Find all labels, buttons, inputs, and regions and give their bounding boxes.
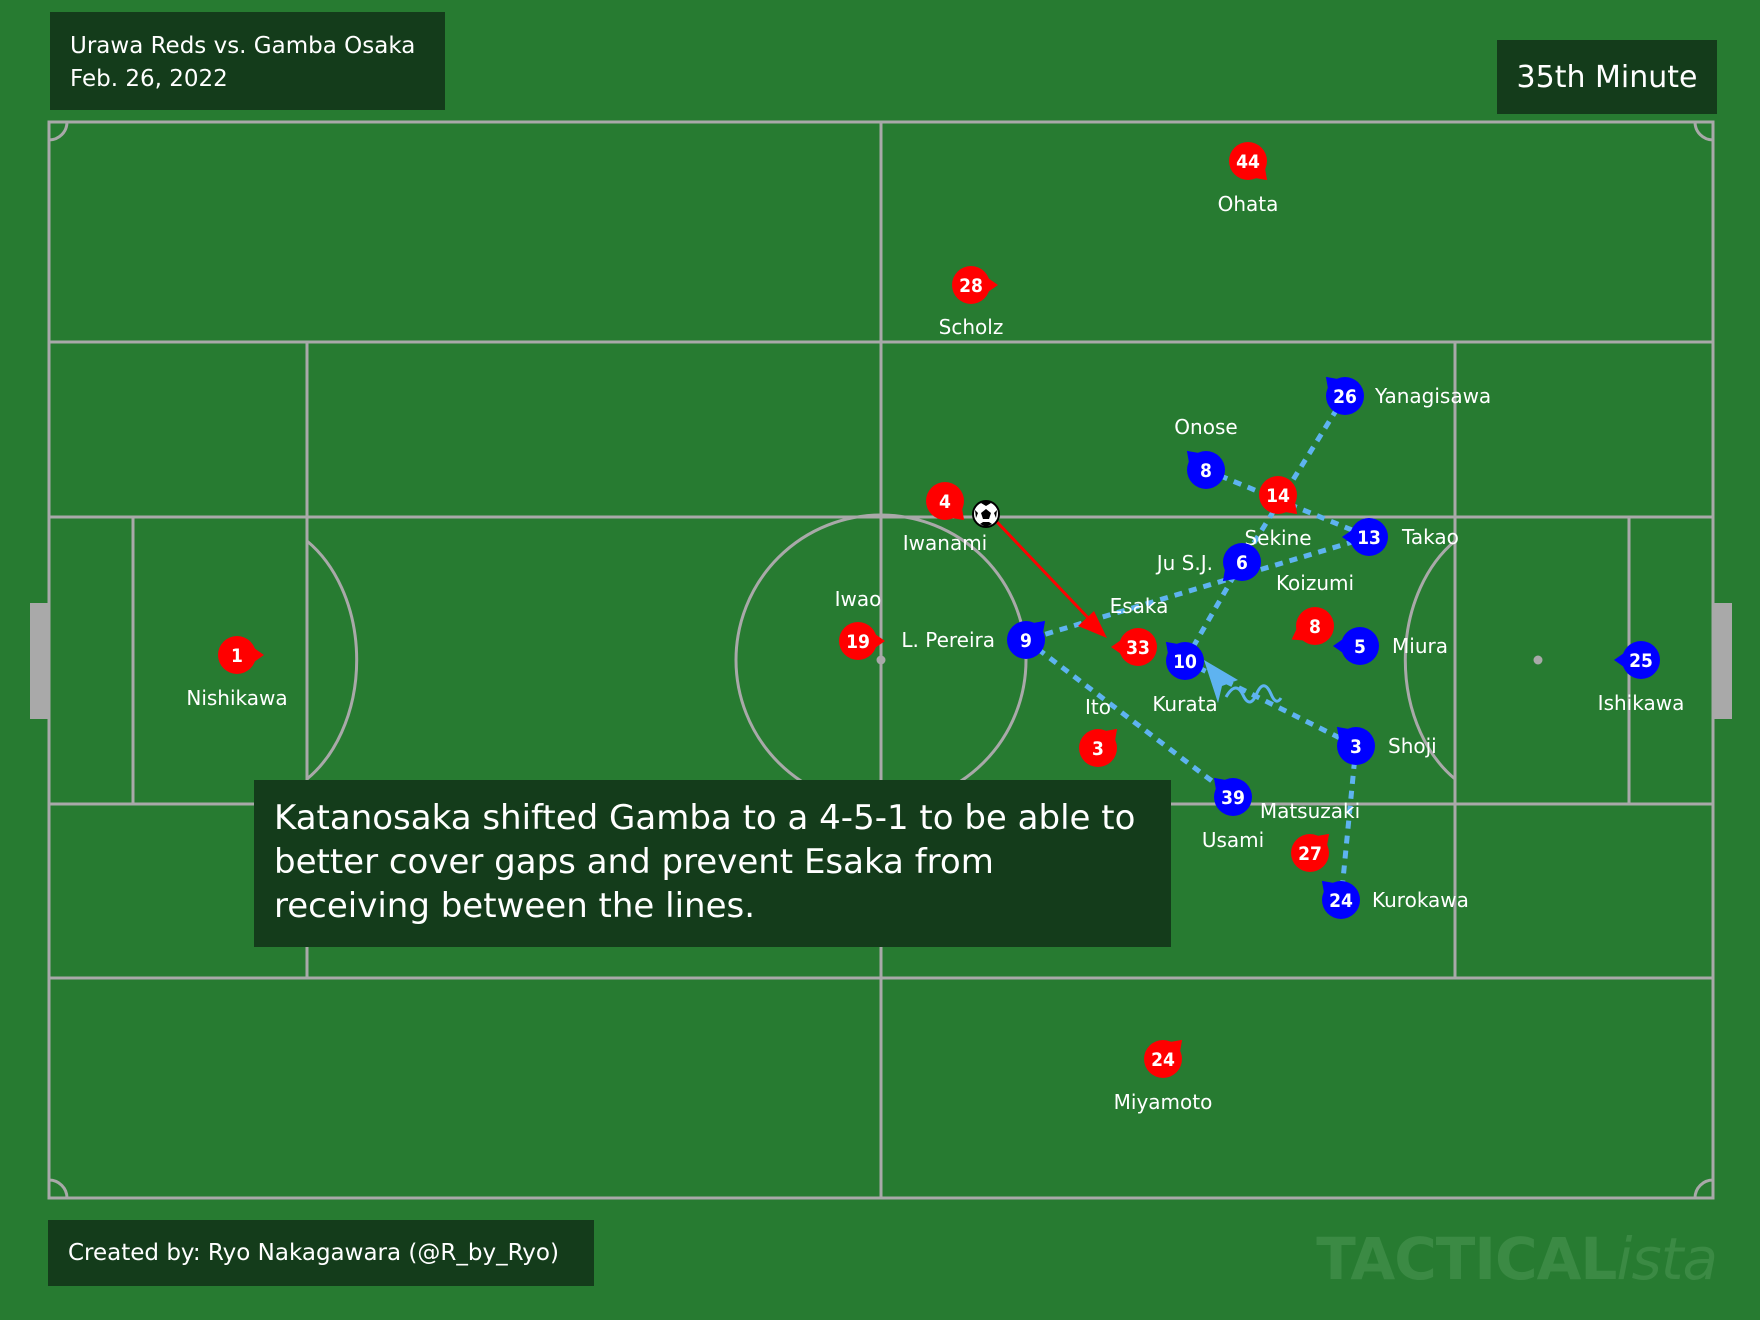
player-name-label: Matsuzaki [1260,799,1360,823]
player-name-label: L. Pereira [901,628,995,652]
player-name-label: Ohata [1218,192,1279,216]
player-number: 13 [1357,527,1381,549]
match-title: Urawa Reds vs. Gamba Osaka [70,33,416,59]
player-marker-urawa: 1 Nishikawa [186,636,288,710]
player-number: 1 [231,645,243,667]
player-name-label: Yanagisawa [1374,384,1491,408]
watermark-main: TACTICAL [1316,1225,1617,1293]
player-number: 8 [1200,460,1212,482]
caption-text: Katanosaka shifted Gamba to a 4-5-1 to b… [274,798,1136,926]
player-number: 10 [1173,651,1197,673]
player-name-label: Koizumi [1276,571,1354,595]
player-number: 28 [959,275,983,297]
watermark-suffix: ista [1616,1225,1718,1293]
player-marker-urawa: 33 Esaka [1110,594,1169,666]
soccer-ball-icon [972,500,1000,528]
player-number: 26 [1333,386,1357,408]
player-name-label: Takao [1401,525,1459,549]
player-marker-gamba: 9 L. Pereira [901,620,1046,659]
player-marker-urawa: 19 Iwao [835,587,885,660]
player-name-label: Usami [1202,828,1264,852]
player-name-label: Kurokawa [1372,888,1469,912]
player-marker-gamba: 39 Usami [1202,777,1264,852]
credit-text: Created by: Ryo Nakagawara (@R_by_Ryo) [68,1240,559,1266]
player-marker-urawa: 14 Sekine [1244,476,1312,550]
player-name-label: Esaka [1110,594,1169,618]
caption-panel: Katanosaka shifted Gamba to a 4-5-1 to b… [254,780,1171,947]
player-marker-gamba: 25 Ishikawa [1598,641,1685,715]
player-name-label: Iwanami [903,531,987,555]
player-marker-urawa: 28 Scholz [939,266,1004,339]
player-number: 33 [1126,637,1150,659]
player-marker-gamba: 13 Takao [1342,518,1459,556]
player-marker-urawa: 44 Ohata [1218,142,1279,216]
match-info-panel: Urawa Reds vs. Gamba Osaka Feb. 26, 2022 [50,12,445,110]
player-marker-gamba: 24 Kurokawa [1321,880,1469,919]
credit-panel: Created by: Ryo Nakagawara (@R_by_Ryo) [48,1220,594,1286]
player-number: 3 [1092,738,1104,760]
player-marker-gamba: 8 Onose [1174,415,1238,489]
player-number: 6 [1236,552,1248,574]
minute-badge: 35th Minute [1497,40,1717,114]
player-number: 25 [1629,650,1653,672]
right-goal [1714,603,1732,719]
player-name-label: Miyamoto [1114,1090,1213,1114]
player-number: 4 [939,491,951,513]
player-name-label: Onose [1174,415,1237,439]
player-name-label: Sekine [1244,526,1311,550]
player-marker-gamba: 3 Shoji [1336,726,1437,765]
player-number: 5 [1354,636,1366,658]
player-number: 9 [1020,630,1032,652]
player-marker-urawa: 24 Miyamoto [1114,1039,1213,1114]
player-name-label: Nishikawa [186,686,287,710]
player-number: 24 [1329,890,1353,912]
player-marker-gamba: 6 Ju S.J. [1155,543,1261,582]
player-number: 27 [1298,843,1322,865]
player-name-label: Scholz [939,315,1004,339]
player-name-label: Ishikawa [1598,691,1685,715]
player-name-label: Iwao [835,587,882,611]
tacticalista-watermark: TACTICALista [1316,1225,1718,1293]
pass-arrow [995,520,1107,638]
player-marker-gamba: 26 Yanagisawa [1325,376,1491,415]
football-pitch: 1 Nishikawa 44 Ohata 28 Scholz 4 Iwanami 14 Sekin… [30,120,1732,1200]
minute-label: 35th Minute [1516,59,1698,95]
player-name-label: Shoji [1388,734,1437,758]
player-name-label: Miura [1392,634,1448,658]
player-number: 8 [1309,616,1321,638]
player-name-label: Ju S.J. [1155,551,1213,575]
player-marker-gamba: 5 Miura [1333,627,1448,665]
player-number: 14 [1266,485,1290,507]
player-number: 19 [846,631,870,653]
player-number: 44 [1236,151,1260,173]
player-name-label: Ito [1085,695,1111,719]
player-number: 24 [1151,1049,1175,1071]
gamba-shape-link [1338,745,1359,901]
player-name-label: Kurata [1152,692,1217,716]
player-number: 3 [1350,736,1362,758]
player-marker-gamba: 10 Kurata [1152,641,1218,716]
player-marker-urawa: 8 Koizumi [1276,571,1354,645]
left-goal [30,603,48,719]
match-date: Feb. 26, 2022 [70,66,228,92]
player-number: 39 [1221,787,1245,809]
